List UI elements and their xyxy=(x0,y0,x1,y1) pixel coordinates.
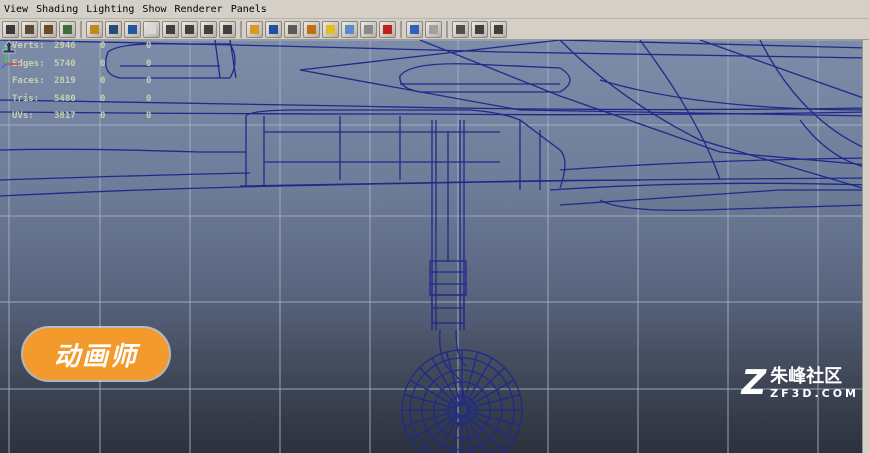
poly-count-hud: Verts: 2946 0 0 Edges: 5740 0 0 Faces: 2819 0 0 Tris… xyxy=(12,40,192,126)
wireframe-on-shaded-glyph xyxy=(475,24,484,34)
menu-view[interactable]: View xyxy=(0,4,32,15)
hud-b: 0 xyxy=(146,41,152,51)
field-chart-icon[interactable] xyxy=(181,20,198,38)
gate-mask-glyph xyxy=(166,24,175,34)
safe-title-glyph xyxy=(223,24,232,34)
textured-glyph xyxy=(307,24,316,34)
toolbar-separator xyxy=(80,20,82,38)
isolate-select-glyph xyxy=(410,24,419,34)
xray-joints-glyph xyxy=(429,24,438,34)
gate-mask-icon[interactable] xyxy=(162,20,179,38)
textured-icon[interactable] xyxy=(303,20,320,38)
film-gate-icon[interactable] xyxy=(124,20,141,38)
xray-glyph xyxy=(383,24,392,34)
hud-row: Faces: 2819 0 0 xyxy=(12,73,192,91)
hud-label: Faces: xyxy=(12,76,45,86)
camera-attributes-icon[interactable] xyxy=(2,20,19,38)
zf-logo-icon: Z xyxy=(741,363,767,403)
hud-value: 5480 xyxy=(54,93,76,104)
menu-lighting[interactable]: Lighting xyxy=(82,4,138,15)
hud-a: 0 xyxy=(100,76,106,86)
viewport-scrollbar[interactable] xyxy=(862,40,869,453)
resolution-gate-icon[interactable] xyxy=(143,20,160,38)
resolution-gate-glyph xyxy=(147,24,156,34)
hud-row: Verts: 2946 0 0 xyxy=(12,40,192,56)
smooth-shade-glyph xyxy=(269,24,278,34)
2d-pan-zoom-icon[interactable] xyxy=(86,20,103,38)
menu-show[interactable]: Show xyxy=(138,4,170,15)
safe-action-glyph xyxy=(204,24,213,34)
site-watermark: Z 朱峰社区 ZF3D.COM xyxy=(742,366,859,400)
grid-glyph xyxy=(109,24,118,34)
smooth-shade-icon[interactable] xyxy=(265,20,282,38)
xray-active-glyph xyxy=(456,24,465,34)
hud-a: 0 xyxy=(100,41,106,51)
high-quality-glyph xyxy=(364,24,373,34)
xray-active-icon[interactable] xyxy=(452,20,469,38)
toolbar-separator xyxy=(240,20,242,38)
hud-row: Edges: 5740 0 0 xyxy=(12,56,192,74)
flat-shade-glyph xyxy=(288,24,297,34)
toolbar-separator xyxy=(446,20,448,38)
xray-icon[interactable] xyxy=(379,20,396,38)
backface-glyph xyxy=(494,24,503,34)
hud-value: 5740 xyxy=(54,58,76,69)
high-quality-icon[interactable] xyxy=(360,20,377,38)
watermark-cn: 朱峰社区 xyxy=(770,365,843,387)
hud-b: 0 xyxy=(146,93,152,104)
hud-value: 3817 xyxy=(54,111,76,121)
image-plane-icon[interactable] xyxy=(59,20,76,38)
wireframe-icon[interactable] xyxy=(246,20,263,38)
backface-icon[interactable] xyxy=(490,20,507,38)
hud-b: 0 xyxy=(146,76,152,86)
xray-joints-icon[interactable] xyxy=(425,20,442,38)
2d-pan-zoom-glyph xyxy=(90,24,99,34)
move-cursor-icon xyxy=(2,40,16,54)
hud-row: UVs: 3817 0 0 xyxy=(12,108,192,126)
safe-action-icon[interactable] xyxy=(200,20,217,38)
hud-value: 2819 xyxy=(54,76,76,86)
menu-panels[interactable]: Panels xyxy=(227,4,271,15)
hud-b: 0 xyxy=(146,111,152,121)
grid-icon[interactable] xyxy=(105,20,122,38)
hud-b: 0 xyxy=(146,58,152,69)
hud-row: Tris: 5480 0 0 xyxy=(12,91,192,109)
animator-badge: 动画师 xyxy=(23,328,169,380)
hud-label: UVs: xyxy=(12,111,34,121)
film-gate-glyph xyxy=(128,24,137,34)
bookmark-glyph xyxy=(44,24,53,34)
use-all-lights-icon[interactable] xyxy=(322,20,339,38)
menu-renderer[interactable]: Renderer xyxy=(171,4,227,15)
wireframe-glyph xyxy=(250,24,259,34)
isolate-select-icon[interactable] xyxy=(406,20,423,38)
image-plane-glyph xyxy=(63,24,72,34)
panel-menubar: View Shading Lighting Show Renderer Panels xyxy=(0,0,869,19)
select-camera-icon[interactable] xyxy=(21,20,38,38)
perspective-viewport[interactable]: Verts: 2946 0 0 Edges: 5740 0 0 Faces: 2819 0 0 Tris… xyxy=(0,40,869,453)
safe-title-icon[interactable] xyxy=(219,20,236,38)
hud-a: 0 xyxy=(100,111,106,121)
hud-label: Tris: xyxy=(12,93,40,104)
toolbar-separator xyxy=(400,20,402,38)
select-camera-glyph xyxy=(25,24,34,34)
hud-a: 0 xyxy=(100,93,106,104)
shadows-icon[interactable] xyxy=(341,20,358,38)
panel-toolbar xyxy=(0,19,869,40)
wireframe-on-shaded-icon[interactable] xyxy=(471,20,488,38)
camera-attributes-glyph xyxy=(6,24,15,34)
hud-a: 0 xyxy=(100,58,106,69)
watermark-en: ZF3D.COM xyxy=(770,386,859,400)
bookmark-icon[interactable] xyxy=(40,20,57,38)
hud-value: 2946 xyxy=(54,41,76,51)
use-all-lights-glyph xyxy=(326,24,335,34)
field-chart-glyph xyxy=(185,24,194,34)
menu-shading[interactable]: Shading xyxy=(32,4,82,15)
shadows-glyph xyxy=(345,24,354,34)
flat-shade-icon[interactable] xyxy=(284,20,301,38)
